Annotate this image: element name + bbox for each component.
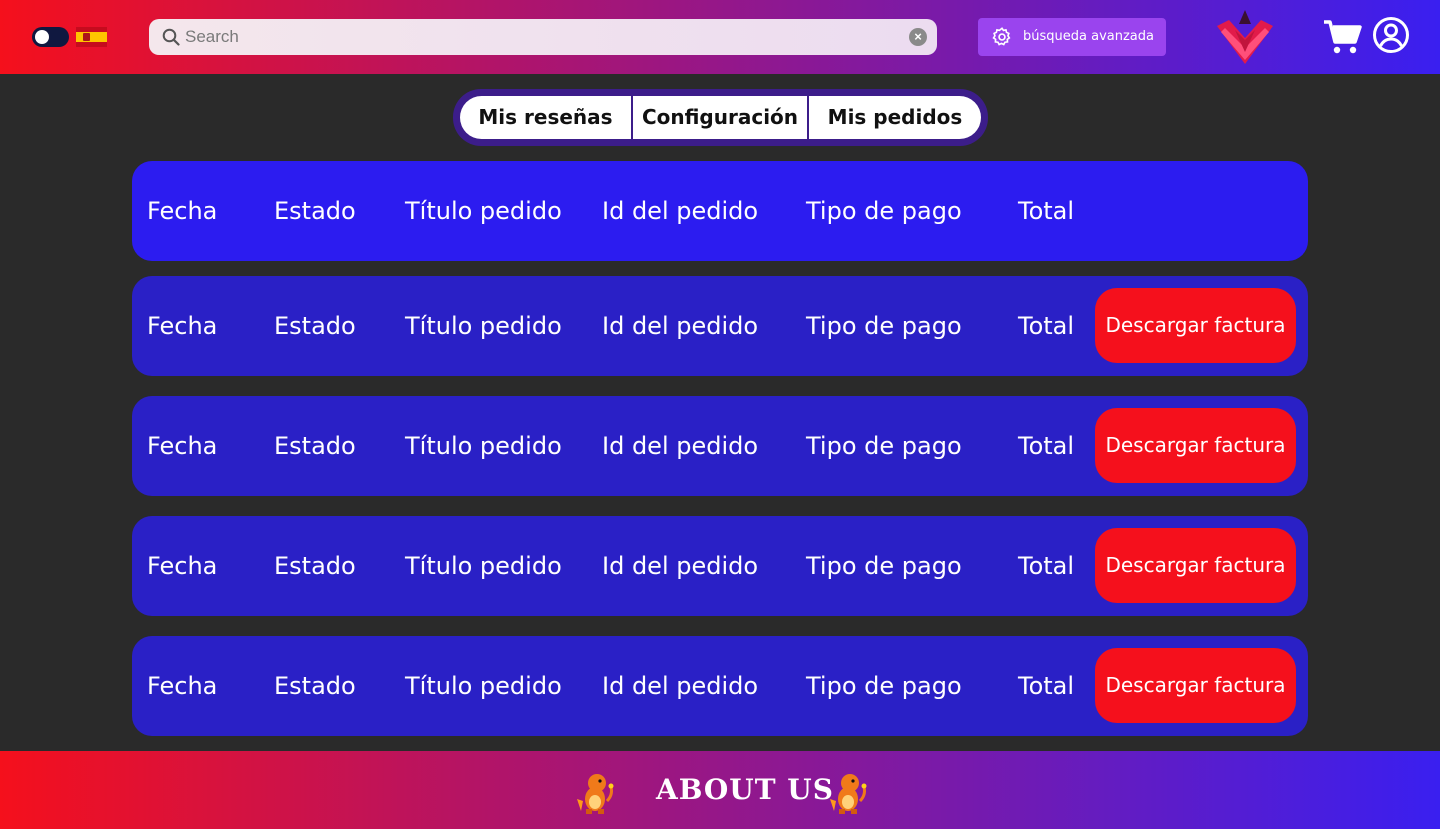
order-title: Título pedido bbox=[405, 552, 562, 580]
order-date: Fecha bbox=[147, 672, 218, 700]
mascot-icon bbox=[830, 774, 867, 814]
order-status: Estado bbox=[274, 312, 356, 340]
column-header-order-id: Id del pedido bbox=[602, 197, 759, 225]
column-header-date: Fecha bbox=[147, 197, 218, 225]
order-title: Título pedido bbox=[405, 432, 562, 460]
order-total: Total bbox=[1018, 432, 1075, 460]
search-icon bbox=[162, 28, 180, 46]
orders-header-row: Fecha Estado Título pedido Id del pedido… bbox=[132, 161, 1308, 261]
search-bar: × bbox=[149, 19, 937, 55]
download-invoice-button[interactable]: Descargar factura bbox=[1095, 408, 1296, 483]
order-payment-type: Tipo de pago bbox=[806, 312, 962, 340]
about-us-link[interactable]: ABOUT US bbox=[656, 773, 834, 806]
order-total: Total bbox=[1018, 312, 1075, 340]
download-invoice-button[interactable]: Descargar factura bbox=[1095, 288, 1296, 363]
column-header-status: Estado bbox=[274, 197, 356, 225]
profile-tabs: Mis reseñas Configuración Mis pedidos bbox=[453, 89, 988, 146]
flag-crest bbox=[83, 33, 90, 41]
table-row: Fecha Estado Título pedido Id del pedido… bbox=[132, 276, 1308, 376]
column-header-title: Título pedido bbox=[405, 197, 562, 225]
download-invoice-button[interactable]: Descargar factura bbox=[1095, 648, 1296, 723]
order-date: Fecha bbox=[147, 312, 218, 340]
column-header-payment-type: Tipo de pago bbox=[806, 197, 962, 225]
tab-orders[interactable]: Mis pedidos bbox=[809, 96, 981, 139]
tab-settings[interactable]: Configuración bbox=[633, 96, 807, 139]
advanced-search-label: búsqueda avanzada bbox=[1023, 29, 1154, 44]
order-date: Fecha bbox=[147, 432, 218, 460]
tab-reviews[interactable]: Mis reseñas bbox=[460, 96, 631, 139]
order-status: Estado bbox=[274, 672, 356, 700]
order-total: Total bbox=[1018, 672, 1075, 700]
order-id: Id del pedido bbox=[602, 432, 759, 460]
download-invoice-button[interactable]: Descargar factura bbox=[1095, 528, 1296, 603]
order-payment-type: Tipo de pago bbox=[806, 552, 962, 580]
order-id: Id del pedido bbox=[602, 672, 759, 700]
order-status: Estado bbox=[274, 552, 356, 580]
order-title: Título pedido bbox=[405, 312, 562, 340]
order-payment-type: Tipo de pago bbox=[806, 672, 962, 700]
spain-flag-icon[interactable] bbox=[76, 27, 107, 47]
clear-icon[interactable]: × bbox=[909, 28, 927, 46]
footer: ABOUT US bbox=[0, 751, 1440, 829]
gear-icon bbox=[992, 27, 1011, 46]
order-total: Total bbox=[1018, 552, 1075, 580]
column-header-total: Total bbox=[1018, 197, 1075, 225]
mascot-icon bbox=[577, 774, 614, 814]
advanced-search-button[interactable]: búsqueda avanzada bbox=[978, 18, 1166, 56]
table-row: Fecha Estado Título pedido Id del pedido… bbox=[132, 636, 1308, 736]
order-payment-type: Tipo de pago bbox=[806, 432, 962, 460]
order-id: Id del pedido bbox=[602, 552, 759, 580]
order-id: Id del pedido bbox=[602, 312, 759, 340]
search-input[interactable] bbox=[185, 19, 885, 55]
table-row: Fecha Estado Título pedido Id del pedido… bbox=[132, 516, 1308, 616]
logo-icon[interactable] bbox=[1215, 8, 1275, 66]
order-title: Título pedido bbox=[405, 672, 562, 700]
theme-toggle[interactable] bbox=[32, 27, 69, 47]
order-status: Estado bbox=[274, 432, 356, 460]
order-date: Fecha bbox=[147, 552, 218, 580]
table-row: Fecha Estado Título pedido Id del pedido… bbox=[132, 396, 1308, 496]
top-bar: × búsqueda avanzada bbox=[0, 0, 1440, 74]
cart-icon[interactable] bbox=[1322, 18, 1362, 56]
toggle-knob bbox=[35, 30, 49, 44]
user-icon[interactable] bbox=[1372, 16, 1410, 54]
